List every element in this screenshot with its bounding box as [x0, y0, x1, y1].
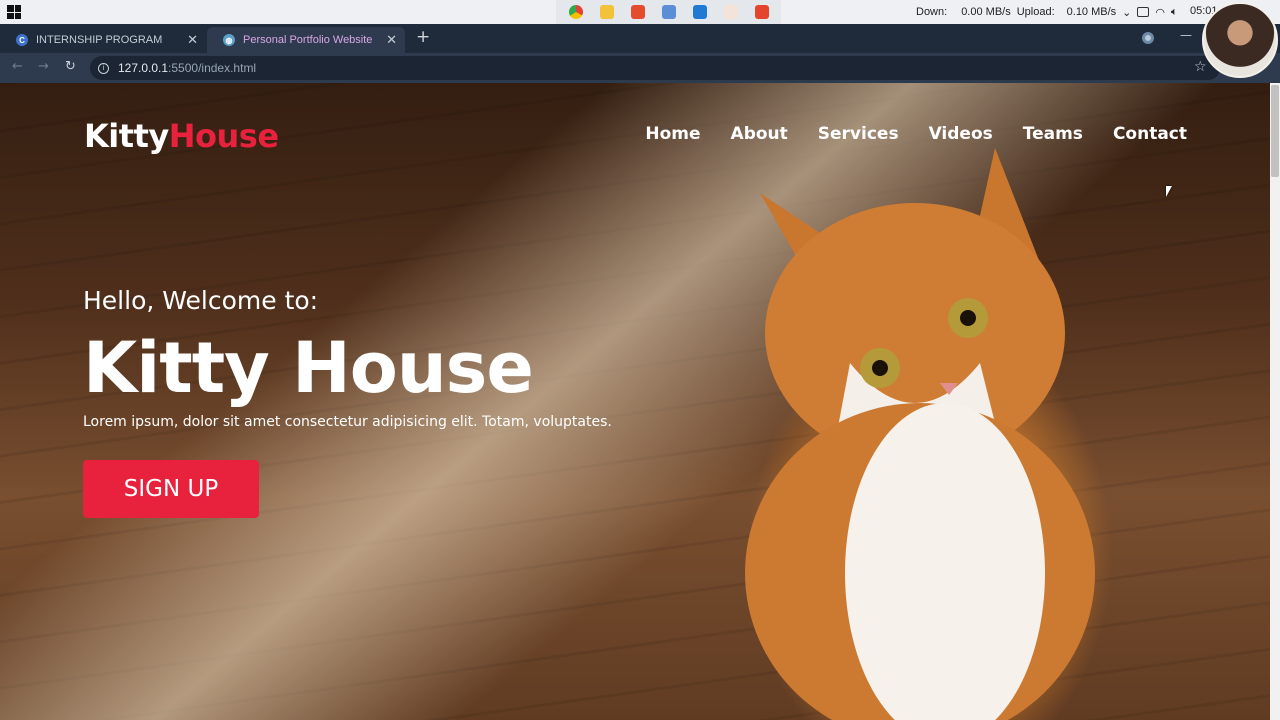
webcam-avatar	[1202, 2, 1278, 78]
tab-title: INTERNSHIP PROGRAM	[36, 34, 163, 46]
scrollbar-thumb[interactable]	[1271, 85, 1279, 177]
upload-value: 0.10 MB/s	[1066, 6, 1117, 18]
tab-personal-portfolio[interactable]: ◍ Personal Portfolio Website ✕	[207, 27, 405, 53]
nav-contact[interactable]: Contact	[1113, 124, 1187, 144]
down-label: Down:	[916, 6, 948, 18]
address-bar: ← → ↻ i 127.0.0.1:5500/index.html ☆	[0, 53, 1280, 83]
nav-videos[interactable]: Videos	[929, 124, 993, 144]
new-tab-icon[interactable]: +	[416, 27, 430, 47]
chevron-down-icon[interactable]: ⌄	[1122, 6, 1131, 19]
network-stats: Down: 0.00 MB/s Upload: 0.10 MB/s ⌄ ◠ 🔈︎	[916, 0, 1178, 24]
record-taskbar-icon[interactable]	[746, 0, 777, 24]
hero-subtitle: Lorem ipsum, dolor sit amet consectetur …	[83, 414, 612, 430]
logo-kitty: Kitty	[84, 117, 169, 155]
hero-section: KittyHouse Home About Services Videos Te…	[0, 83, 1270, 720]
url-path: :5500/index.html	[168, 61, 257, 75]
hero-title: Kitty House	[83, 327, 534, 409]
nav-teams[interactable]: Teams	[1023, 124, 1083, 144]
url-text: 127.0.0.1:5500/index.html	[118, 61, 256, 75]
volume-icon[interactable]: 🔈︎	[1171, 6, 1178, 19]
nav-services[interactable]: Services	[818, 124, 899, 144]
cat-photo	[745, 148, 1095, 720]
taskbar-apps	[556, 0, 781, 24]
close-tab-icon[interactable]: ✕	[386, 32, 397, 48]
chrome-taskbar-icon[interactable]	[560, 0, 591, 24]
file-explorer-taskbar-icon[interactable]	[591, 0, 622, 24]
site-logo[interactable]: KittyHouse	[84, 117, 279, 155]
reload-icon[interactable]: ↻	[65, 59, 76, 74]
url-input[interactable]: i 127.0.0.1:5500/index.html	[90, 56, 1220, 80]
site-nav: Home About Services Videos Teams Contact	[615, 124, 1187, 144]
nav-home[interactable]: Home	[645, 124, 700, 144]
browser-tab-bar: C INTERNSHIP PROGRAM ✕ ◍ Personal Portfo…	[0, 24, 1280, 53]
battery-icon[interactable]	[1137, 7, 1150, 17]
info-icon[interactable]: i	[98, 62, 109, 74]
app-taskbar-icon[interactable]	[653, 0, 684, 24]
back-arrow-icon[interactable]: ←	[12, 59, 23, 74]
down-value: 0.00 MB/s	[961, 6, 1011, 18]
windows-start-icon[interactable]	[7, 5, 21, 19]
windows-taskbar: Down: 0.00 MB/s Upload: 0.10 MB/s ⌄ ◠ 🔈︎…	[0, 0, 1280, 24]
close-tab-icon[interactable]: ✕	[187, 32, 198, 48]
office-taskbar-icon[interactable]	[715, 0, 746, 24]
minimize-icon[interactable]: —	[1180, 28, 1192, 42]
forward-arrow-icon[interactable]: →	[38, 59, 49, 74]
upload-label: Upload:	[1016, 6, 1055, 18]
hero-greeting: Hello, Welcome to:	[83, 286, 319, 315]
tab-title: Personal Portfolio Website	[243, 34, 373, 46]
recorder-taskbar-icon[interactable]	[622, 0, 653, 24]
url-host: 127.0.0.1	[118, 61, 169, 75]
tab-favicon: C	[16, 34, 28, 46]
nav-about[interactable]: About	[731, 124, 788, 144]
profile-icon[interactable]	[1142, 32, 1154, 44]
logo-house: House	[168, 117, 279, 155]
mouse-cursor-icon	[1166, 186, 1172, 197]
wifi-icon[interactable]: ◠	[1155, 6, 1165, 19]
vscode-taskbar-icon[interactable]	[684, 0, 715, 24]
globe-icon: ◍	[223, 34, 235, 46]
tab-internship-program[interactable]: C INTERNSHIP PROGRAM ✕	[0, 27, 206, 53]
sign-up-button[interactable]: SIGN UP	[83, 460, 259, 518]
page-scrollbar[interactable]	[1270, 83, 1280, 720]
bookmark-star-icon[interactable]: ☆	[1194, 59, 1207, 75]
